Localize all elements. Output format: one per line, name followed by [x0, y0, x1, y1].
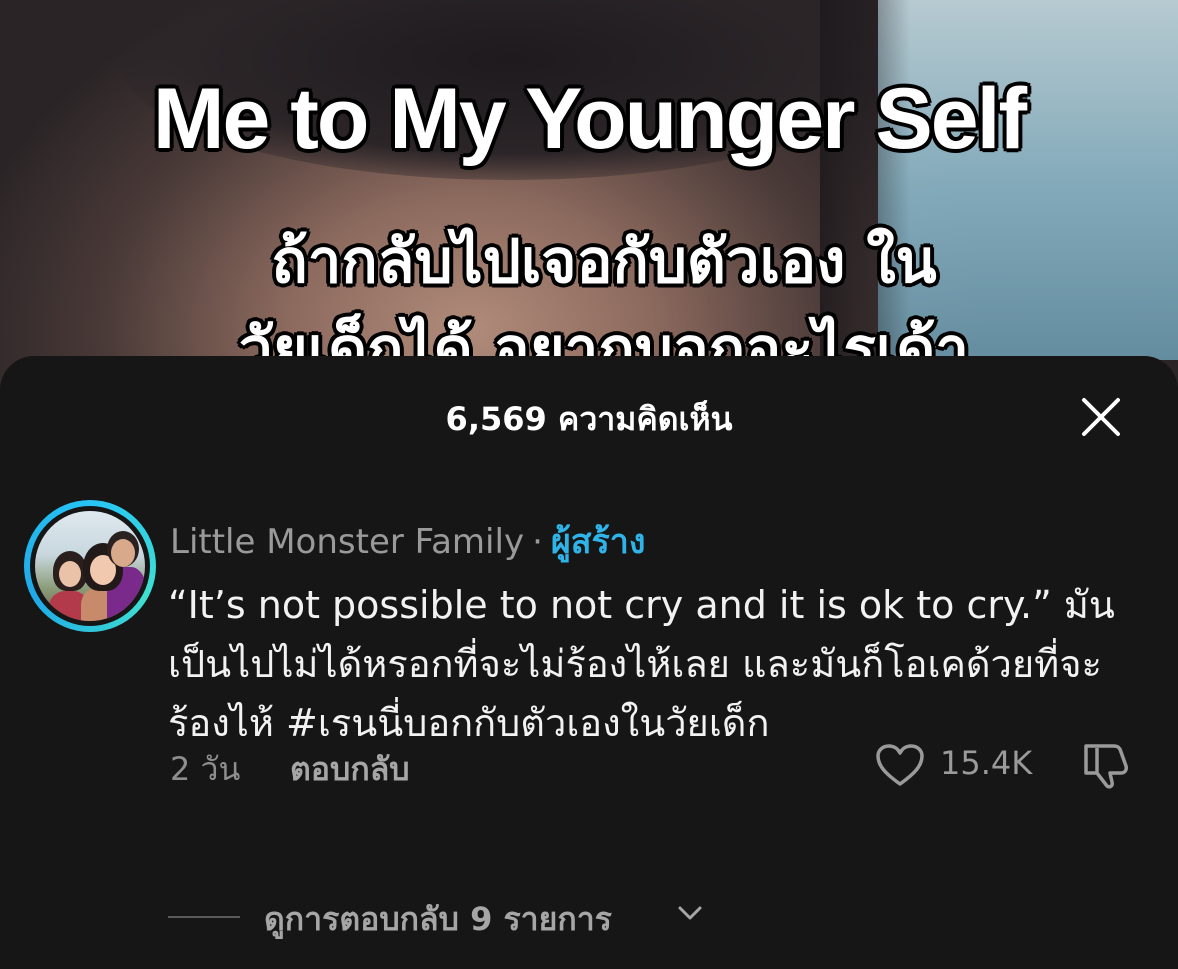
reply-button[interactable]: ตอบกลับ: [290, 744, 410, 795]
creator-badge: ผู้สร้าง: [550, 522, 646, 562]
close-icon: [1082, 398, 1120, 436]
avatar[interactable]: [24, 500, 156, 632]
chevron-down-icon: [678, 906, 702, 920]
video-overlay-title: Me to My Younger Self: [152, 71, 1027, 167]
replies-divider-line: [168, 916, 240, 918]
comment-meta-row: 2 วัน ตอบกลับ 15.4K: [0, 736, 1178, 796]
comment-author-name[interactable]: Little Monster Family: [170, 522, 524, 562]
dislike-button[interactable]: [1080, 740, 1134, 790]
video-overlay-subtitle-line1: ถ้ากลับไปเจอกับตัวเอง ใน: [271, 227, 937, 297]
comment-text: “It’s not possible to not cry and it is …: [168, 583, 1115, 745]
comments-sheet: 6,569 ความคิดเห็น Little Monster Family …: [0, 356, 1178, 969]
view-replies-row[interactable]: ดูการตอบกลับ 9 รายการ: [0, 890, 1178, 940]
comments-count-title: 6,569 ความคิดเห็น: [445, 400, 733, 438]
like-count: 15.4K: [940, 744, 1033, 782]
separator-dot: ·: [532, 522, 543, 562]
avatar-photo: [35, 511, 145, 621]
close-button[interactable]: [1078, 394, 1124, 440]
comment-author-line: Little Monster Family · ผู้สร้าง: [170, 514, 646, 568]
view-replies-button[interactable]: ดูการตอบกลับ 9 รายการ: [264, 894, 612, 945]
thumbs-down-icon: [1084, 744, 1128, 789]
like-button[interactable]: [874, 742, 926, 788]
comment-timestamp: 2 วัน: [170, 750, 241, 788]
heart-icon: [876, 744, 924, 786]
